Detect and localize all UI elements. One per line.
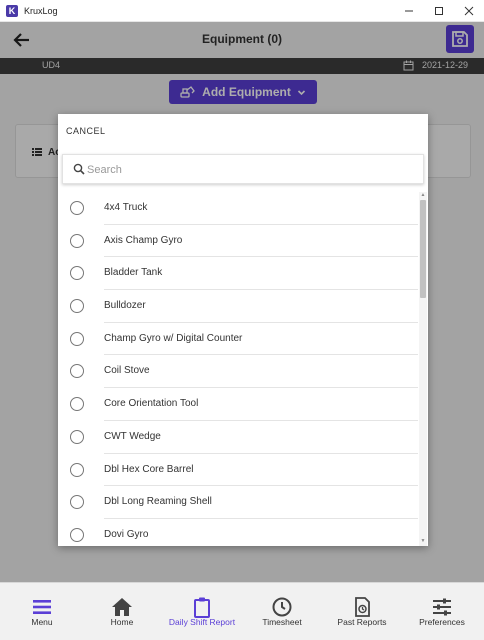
radio-button[interactable] [70, 299, 84, 314]
close-icon [464, 6, 474, 16]
history-report-icon [355, 597, 370, 617]
nav-past-reports[interactable]: Past Reports [322, 583, 402, 640]
search-icon [73, 163, 85, 175]
list-item[interactable]: 4x4 Truck [58, 192, 418, 225]
radio-button[interactable] [70, 462, 84, 477]
clock-icon [272, 597, 292, 617]
list-item[interactable]: Coil Stove [58, 355, 418, 389]
app-logo-icon: K [6, 4, 18, 17]
scroll-up-icon[interactable]: ▲ [420, 192, 426, 200]
equipment-picker-dialog: CANCEL 4x4 Truck Axis Champ Gyro Bladder… [58, 114, 428, 546]
radio-button[interactable] [70, 429, 84, 444]
list-item[interactable]: Dbl Hex Core Barrel [58, 454, 418, 487]
list-item-label: Bladder Tank [104, 267, 163, 279]
nav-label: Timesheet [262, 617, 302, 627]
home-icon [112, 598, 132, 616]
nav-home[interactable]: Home [82, 583, 162, 640]
list-item-label: Dbl Hex Core Barrel [104, 463, 194, 475]
nav-label: Home [110, 617, 134, 627]
equipment-list: 4x4 Truck Axis Champ Gyro Bladder Tank B… [58, 192, 418, 546]
maximize-button[interactable] [424, 0, 454, 22]
minimize-button[interactable] [394, 0, 424, 22]
radio-button[interactable] [70, 266, 84, 281]
nav-label: Preferences [419, 617, 465, 627]
sliders-icon [433, 598, 451, 616]
cancel-button[interactable]: CANCEL [66, 126, 106, 136]
radio-button[interactable] [70, 201, 84, 215]
nav-timesheet[interactable]: Timesheet [242, 583, 322, 640]
scroll-down-icon[interactable]: ▼ [420, 538, 426, 546]
list-scrollbar[interactable]: ▲ ▼ [419, 192, 427, 546]
list-item[interactable]: Axis Champ Gyro [58, 225, 418, 258]
nav-label: Past Reports [337, 617, 387, 627]
list-item[interactable]: Dovi Gyro [58, 519, 418, 546]
radio-button[interactable] [70, 233, 84, 248]
list-item-label: Bulldozer [104, 300, 146, 312]
list-item[interactable]: Champ Gyro w/ Digital Counter [58, 323, 418, 356]
list-item-label: Core Orientation Tool [104, 398, 199, 410]
list-item-label: Champ Gyro w/ Digital Counter [104, 332, 243, 344]
list-item-label: Dbl Long Reaming Shell [104, 496, 212, 508]
list-item[interactable]: Bladder Tank [58, 257, 418, 291]
search-box [62, 154, 424, 184]
maximize-icon [435, 7, 443, 15]
list-item-label: Coil Stove [104, 365, 150, 377]
list-item[interactable]: Bulldozer [58, 290, 418, 323]
nav-menu[interactable]: Menu [2, 583, 82, 640]
list-item[interactable]: Dbl Long Reaming Shell [58, 486, 418, 519]
list-item-label: 4x4 Truck [104, 202, 148, 213]
window-title: KruxLog [24, 5, 58, 16]
nav-daily-shift-report[interactable]: Daily Shift Report [162, 583, 242, 640]
window-titlebar: K KruxLog [0, 0, 484, 22]
list-item[interactable]: CWT Wedge [58, 421, 418, 454]
menu-icon [33, 600, 51, 614]
nav-label: Daily Shift Report [168, 617, 236, 627]
close-button[interactable] [454, 0, 484, 22]
list-item-label: Dovi Gyro [104, 528, 149, 540]
list-item-label: CWT Wedge [104, 430, 161, 442]
radio-button[interactable] [70, 527, 84, 542]
list-item[interactable]: Core Orientation Tool [58, 388, 418, 421]
minimize-icon [405, 10, 413, 12]
radio-button[interactable] [70, 331, 84, 346]
bottom-nav: Menu Home Daily Shift Report Timesheet P… [0, 582, 484, 640]
search-input[interactable] [87, 161, 407, 179]
radio-button[interactable] [70, 397, 84, 412]
nav-preferences[interactable]: Preferences [402, 583, 482, 640]
radio-button[interactable] [70, 495, 84, 510]
list-item-label: Axis Champ Gyro [104, 234, 183, 246]
scroll-thumb[interactable] [420, 200, 426, 298]
radio-button[interactable] [70, 364, 84, 379]
clipboard-icon [194, 597, 210, 618]
nav-label: Menu [31, 617, 53, 627]
